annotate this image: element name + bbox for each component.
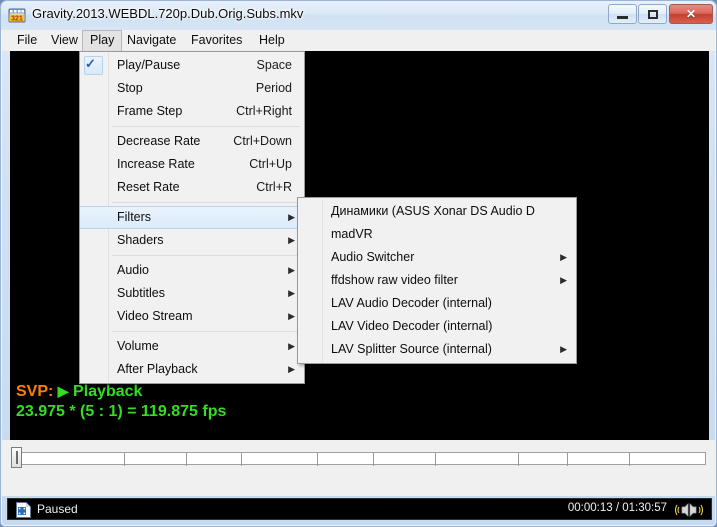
- menu-item-label: Audio: [117, 259, 149, 282]
- filter-item-label: ffdshow raw video filter: [331, 269, 458, 292]
- menu-item-accelerator: Ctrl+R: [256, 176, 292, 199]
- menu-item-label: Reset Rate: [117, 176, 180, 199]
- svp-playback-status: Playback: [73, 383, 142, 400]
- filter-item-ffdshow-raw-video[interactable]: ffdshow raw video filter ▶: [298, 269, 576, 292]
- audio-channels-icon: [675, 503, 703, 517]
- menu-item-stop[interactable]: Stop Period: [80, 77, 304, 100]
- seek-thumb[interactable]: [11, 447, 22, 468]
- maximize-icon: [639, 5, 666, 23]
- svp-status-line: SVP: ▶ Playback: [16, 381, 226, 402]
- menu-item-label: Volume: [117, 335, 159, 358]
- filter-item-speakers[interactable]: Динамики (ASUS Xonar DS Audio D: [298, 200, 576, 223]
- playback-controls-area: [2, 440, 715, 496]
- menu-item-frame-step[interactable]: Frame Step Ctrl+Right: [80, 100, 304, 123]
- filter-item-label: Динамики (ASUS Xonar DS Audio D: [331, 200, 535, 223]
- menu-item-filters[interactable]: Filters ▶: [80, 206, 304, 229]
- chevron-right-icon: ▶: [288, 335, 295, 358]
- filter-item-label: LAV Video Decoder (internal): [331, 315, 492, 338]
- play-triangle-icon: ▶: [58, 383, 69, 399]
- filter-item-lav-video-decoder[interactable]: LAV Video Decoder (internal): [298, 315, 576, 338]
- chevron-right-icon: ▶: [288, 305, 295, 328]
- media-file-icon: [16, 502, 31, 518]
- menu-item-audio[interactable]: Audio ▶: [80, 259, 304, 282]
- filter-item-label: LAV Splitter Source (internal): [331, 338, 492, 361]
- menu-item-accelerator: Ctrl+Right: [236, 100, 292, 123]
- menu-file[interactable]: File: [10, 31, 44, 50]
- filters-submenu: Динамики (ASUS Xonar DS Audio D madVR Au…: [297, 197, 577, 364]
- menu-item-label: Filters: [117, 207, 151, 228]
- svp-frame-rate-line: 23.975 * (5 : 1) = 119.875 fps: [16, 402, 226, 422]
- close-icon: ✕: [670, 5, 712, 23]
- close-button[interactable]: ✕: [669, 4, 713, 24]
- menu-play[interactable]: Play: [82, 30, 122, 51]
- menu-separator: [80, 123, 304, 130]
- menu-item-accelerator: Ctrl+Down: [233, 130, 292, 153]
- chevron-right-icon: ▶: [560, 338, 567, 361]
- menu-item-reset-rate[interactable]: Reset Rate Ctrl+R: [80, 176, 304, 199]
- chevron-right-icon: ▶: [288, 229, 295, 252]
- menu-item-video-stream[interactable]: Video Stream ▶: [80, 305, 304, 328]
- menu-item-after-playback[interactable]: After Playback ▶: [80, 358, 304, 381]
- menu-view[interactable]: View: [44, 31, 85, 50]
- menu-item-label: Frame Step: [117, 100, 182, 123]
- menu-item-label: Subtitles: [117, 282, 165, 305]
- maximize-button[interactable]: [638, 4, 667, 24]
- menu-item-label: Decrease Rate: [117, 130, 200, 153]
- menu-help[interactable]: Help: [252, 31, 292, 50]
- menu-item-label: Stop: [117, 77, 143, 100]
- title-bar[interactable]: 321 Gravity.2013.WEBDL.720p.Dub.Orig.Sub…: [1, 1, 716, 30]
- app-icon: 321: [8, 7, 26, 24]
- menu-navigate[interactable]: Navigate: [120, 31, 183, 50]
- chevron-right-icon: ▶: [288, 358, 295, 381]
- filter-item-lav-audio-decoder[interactable]: LAV Audio Decoder (internal): [298, 292, 576, 315]
- chevron-right-icon: ▶: [560, 269, 567, 292]
- status-time: 00:00:13 / 01:30:57: [568, 502, 667, 514]
- filter-item-label: madVR: [331, 223, 373, 246]
- menu-item-label: Increase Rate: [117, 153, 195, 176]
- menu-item-label: Video Stream: [117, 305, 193, 328]
- chevron-right-icon: ▶: [288, 207, 295, 228]
- filter-item-label: LAV Audio Decoder (internal): [331, 292, 492, 315]
- chevron-right-icon: ▶: [560, 246, 567, 269]
- menu-item-accelerator: Period: [256, 77, 292, 100]
- menu-item-label: Play/Pause: [117, 54, 180, 77]
- svp-label: SVP:: [16, 383, 53, 400]
- menu-item-decrease-rate[interactable]: Decrease Rate Ctrl+Down: [80, 130, 304, 153]
- play-dropdown-menu: ✓ Play/Pause Space Stop Period Frame Ste…: [79, 51, 305, 384]
- menu-item-shaders[interactable]: Shaders ▶: [80, 229, 304, 252]
- window-title: Gravity.2013.WEBDL.720p.Dub.Orig.Subs.mk…: [32, 6, 303, 21]
- status-bar: Paused 00:00:13 / 01:30:57: [7, 498, 712, 520]
- minimize-button[interactable]: [608, 4, 637, 24]
- menu-separator: [80, 199, 304, 206]
- chevron-right-icon: ▶: [288, 282, 295, 305]
- menu-item-accelerator: Space: [257, 54, 292, 77]
- check-icon: ✓: [85, 55, 96, 72]
- menu-bar: File View Play Navigate Favorites Help: [2, 30, 715, 52]
- filter-item-madvr[interactable]: madVR: [298, 223, 576, 246]
- menu-item-accelerator: Ctrl+Up: [249, 153, 292, 176]
- svp-osd-overlay: SVP: ▶ Playback 23.975 * (5 : 1) = 119.8…: [16, 381, 226, 422]
- menu-separator: [80, 328, 304, 335]
- menu-item-increase-rate[interactable]: Increase Rate Ctrl+Up: [80, 153, 304, 176]
- menu-item-label: Shaders: [117, 229, 164, 252]
- menu-item-label: After Playback: [117, 358, 198, 381]
- svg-text:321: 321: [11, 16, 23, 23]
- seek-bar[interactable]: [12, 452, 706, 465]
- filter-item-label: Audio Switcher: [331, 246, 414, 269]
- menu-item-play-pause[interactable]: ✓ Play/Pause Space: [80, 54, 304, 77]
- filter-item-audio-switcher[interactable]: Audio Switcher ▶: [298, 246, 576, 269]
- status-state: Paused: [37, 502, 78, 516]
- menu-item-subtitles[interactable]: Subtitles ▶: [80, 282, 304, 305]
- mpc-hc-window: 321 Gravity.2013.WEBDL.720p.Dub.Orig.Sub…: [0, 0, 717, 527]
- menu-item-volume[interactable]: Volume ▶: [80, 335, 304, 358]
- minimize-icon: [609, 5, 636, 23]
- chevron-right-icon: ▶: [288, 259, 295, 282]
- menu-separator: [80, 252, 304, 259]
- filter-item-lav-splitter-source[interactable]: LAV Splitter Source (internal) ▶: [298, 338, 576, 361]
- menu-favorites[interactable]: Favorites: [184, 31, 249, 50]
